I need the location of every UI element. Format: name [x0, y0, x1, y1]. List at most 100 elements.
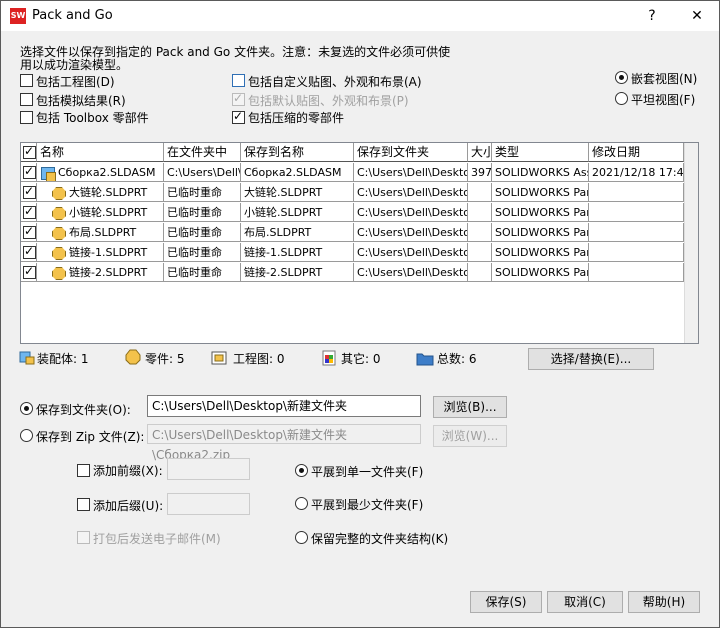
row-save-folder: C:\Users\Dell\Deskto: [354, 163, 468, 182]
row-type: SOLIDWORKS Part: [492, 203, 589, 222]
cancel-button[interactable]: 取消(C): [547, 591, 623, 613]
include-suppressed-checkbox[interactable]: [232, 109, 245, 124]
row-date: [589, 243, 684, 262]
table-scrollbar[interactable]: [684, 143, 698, 343]
other-count: 其它: 0: [341, 352, 381, 366]
row-name: 布局.SLDPRT: [69, 226, 137, 239]
table-row[interactable]: 小链轮.SLDPRT 已临时重命 小链轮.SLDPRT C:\Users\Del…: [21, 203, 684, 222]
col-name[interactable]: 名称: [37, 143, 164, 162]
row-save-folder: C:\Users\Dell\Deskto: [354, 223, 468, 242]
col-type[interactable]: 类型: [492, 143, 589, 162]
row-date: [589, 183, 684, 202]
select-all-cell[interactable]: [21, 143, 37, 162]
row-date: [589, 263, 684, 282]
part-icon: [51, 226, 66, 240]
keep-structure-radio[interactable]: [295, 531, 308, 544]
row-name-cell: Сборка2.SLDASM: [37, 163, 164, 182]
add-suffix-checkbox[interactable]: [77, 498, 90, 511]
row-name-cell: 小链轮.SLDPRT: [37, 203, 164, 222]
include-sim-label: 包括模拟结果(R): [36, 94, 126, 108]
row-name: 链接-2.SLDPRT: [69, 266, 148, 279]
col-save-folder[interactable]: 保存到文件夹: [354, 143, 468, 162]
include-toolbox-checkbox[interactable]: [20, 111, 33, 124]
flatten-single-radio[interactable]: [295, 464, 308, 477]
row-name: Сборка2.SLDASM: [58, 166, 156, 179]
assembly-icon: [40, 166, 56, 181]
folder-path-input[interactable]: C:\Users\Dell\Desktop\新建文件夹: [147, 395, 421, 417]
row-name: 大链轮.SLDPRT: [69, 186, 148, 199]
select-replace-button[interactable]: 选择/替换(E)...: [528, 348, 654, 370]
col-size[interactable]: 大小: [468, 143, 492, 162]
email-checkbox[interactable]: [77, 531, 90, 544]
row-checkbox[interactable]: [23, 164, 36, 179]
window-title: Pack and Go: [32, 8, 113, 23]
files-table: 名称 在文件夹中 保存到名称 保存到文件夹 大小 类型 修改日期 Сборка2…: [20, 142, 699, 344]
row-type: SOLIDWORKS Part: [492, 183, 589, 202]
col-in-folder[interactable]: 在文件夹中: [164, 143, 241, 162]
add-suffix-label: 添加后缀(U):: [93, 499, 164, 513]
browse-zip-button[interactable]: 浏览(W)...: [433, 425, 507, 447]
save-to-zip-radio[interactable]: [20, 429, 33, 442]
close-icon[interactable]: ✕: [685, 5, 709, 27]
row-check-cell: [21, 163, 37, 182]
suffix-input[interactable]: [167, 493, 250, 515]
include-custom-decals-label: 包括自定义贴图、外观和布景(A): [248, 75, 422, 89]
drawing-count-icon: [211, 350, 227, 366]
row-save-name: 大链轮.SLDPRT: [241, 183, 354, 202]
row-check-cell: [21, 223, 37, 242]
row-checkbox[interactable]: [23, 204, 36, 219]
row-size: 397: [468, 163, 492, 182]
save-button[interactable]: 保存(S): [470, 591, 542, 613]
part-icon: [51, 186, 66, 200]
help-button[interactable]: 帮助(H): [628, 591, 700, 613]
row-checkbox[interactable]: [23, 224, 36, 239]
part-icon: [51, 246, 66, 260]
keep-structure-label: 保留完整的文件夹结构(K): [311, 532, 449, 546]
nested-view-radio[interactable]: [615, 71, 628, 84]
include-drawings-checkbox[interactable]: [20, 74, 33, 87]
select-all-checkbox[interactable]: [23, 144, 36, 159]
help-icon[interactable]: ?: [640, 5, 664, 27]
total-count: 总数: 6: [437, 352, 477, 366]
part-count-icon: [125, 349, 141, 365]
zip-path-input[interactable]: C:\Users\Dell\Desktop\新建文件夹\Сборка2.zip: [147, 424, 421, 462]
add-prefix-checkbox[interactable]: [77, 464, 90, 477]
include-custom-decals-checkbox[interactable]: [232, 74, 245, 87]
row-in-folder: C:\Users\Dell\: [164, 163, 241, 182]
col-date[interactable]: 修改日期: [589, 143, 684, 162]
row-checkbox[interactable]: [23, 184, 36, 199]
row-in-folder: 已临时重命: [164, 183, 241, 202]
table-row[interactable]: 链接-1.SLDPRT 已临时重命 链接-1.SLDPRT C:\Users\D…: [21, 243, 684, 262]
row-save-name: 链接-2.SLDPRT: [241, 263, 354, 282]
browse-button[interactable]: 浏览(B)...: [433, 396, 507, 418]
part-icon: [51, 266, 66, 280]
row-save-folder: C:\Users\Dell\Deskto: [354, 263, 468, 282]
row-checkbox[interactable]: [23, 244, 36, 259]
part-icon: [51, 206, 66, 220]
table-row[interactable]: Сборка2.SLDASM C:\Users\Dell\ Сборка2.SL…: [21, 163, 684, 182]
include-drawings-label: 包括工程图(D): [36, 75, 115, 89]
table-row[interactable]: 布局.SLDPRT 已临时重命 布局.SLDPRT C:\Users\Dell\…: [21, 223, 684, 242]
row-type: SOLIDWORKS Part: [492, 263, 589, 282]
row-in-folder: 已临时重命: [164, 223, 241, 242]
flat-view-radio[interactable]: [615, 92, 628, 105]
include-sim-checkbox[interactable]: [20, 93, 33, 106]
solidworks-app-icon: SW: [10, 8, 26, 24]
nested-view-label: 嵌套视图(N): [631, 72, 698, 86]
include-suppressed-label: 包括压缩的零部件: [248, 111, 345, 125]
row-in-folder: 已临时重命: [164, 203, 241, 222]
assembly-count: 装配体: 1: [37, 352, 89, 366]
col-save-name[interactable]: 保存到名称: [241, 143, 354, 162]
table-row[interactable]: 链接-2.SLDPRT 已临时重命 链接-2.SLDPRT C:\Users\D…: [21, 263, 684, 282]
row-type: SOLIDWORKS Part: [492, 223, 589, 242]
other-count-icon: [321, 350, 337, 366]
prefix-input[interactable]: [167, 458, 250, 480]
flatten-min-radio[interactable]: [295, 497, 308, 510]
include-default-decals-checkbox[interactable]: [232, 91, 245, 106]
row-size: [468, 223, 492, 242]
table-row[interactable]: 大链轮.SLDPRT 已临时重命 大链轮.SLDPRT C:\Users\Del…: [21, 183, 684, 202]
drawing-count: 工程图: 0: [233, 352, 285, 366]
row-save-name: 布局.SLDPRT: [241, 223, 354, 242]
save-to-folder-radio[interactable]: [20, 402, 33, 415]
row-checkbox[interactable]: [23, 264, 36, 279]
